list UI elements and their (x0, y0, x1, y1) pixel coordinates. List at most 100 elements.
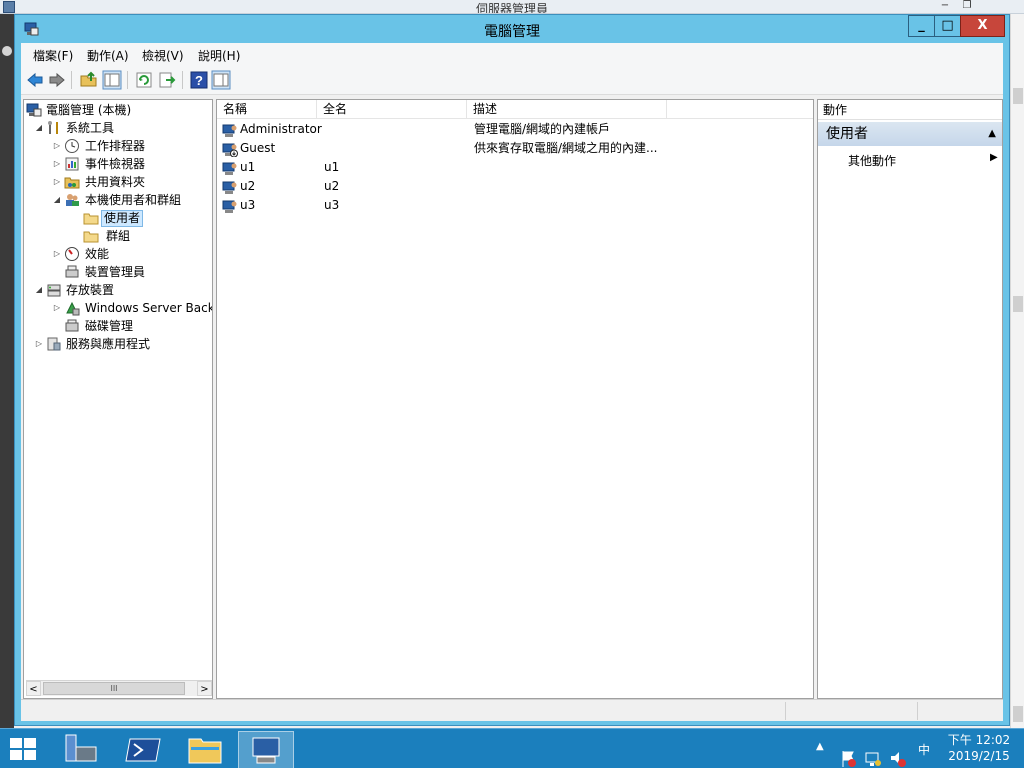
system-clock[interactable]: 下午 12:02 2019/2/15 (940, 732, 1018, 764)
taskbar-powershell[interactable] (116, 731, 172, 768)
background-close-button[interactable] (980, 0, 1002, 14)
scrollbar-segment[interactable] (1013, 706, 1023, 722)
refresh-icon[interactable] (134, 70, 154, 90)
menu-view[interactable]: 檢視(V) (142, 47, 184, 64)
toolbar-separator (71, 71, 72, 89)
table-row[interactable]: u3 u3 (217, 196, 813, 215)
menu-help[interactable]: 說明(H) (198, 47, 240, 64)
scrollbar-segment[interactable] (1013, 296, 1023, 312)
title-bar[interactable]: 電腦管理 _ □ X (15, 15, 1009, 43)
expand-arrow-icon[interactable]: ▷ (52, 245, 62, 263)
background-scrollbar[interactable] (1010, 14, 1024, 728)
start-windows-icon[interactable] (8, 736, 38, 762)
tree-label-selected: 使用者 (101, 210, 144, 227)
action-center-flag-icon[interactable] (840, 739, 856, 768)
user-icon (222, 143, 238, 157)
cell-name: u3 (240, 198, 256, 212)
toolbar: ? (21, 65, 1003, 95)
tree-label: 工作排程器 (85, 139, 146, 153)
background-restore-button[interactable]: ❐ (956, 0, 978, 14)
show-hide-action-pane-icon[interactable] (211, 70, 231, 90)
powershell-icon (125, 738, 161, 762)
close-button[interactable]: X (960, 15, 1005, 37)
collapse-arrow-icon[interactable]: ◢ (52, 191, 62, 209)
taskbar: ▲ 中 下午 12:02 2019/2/15 (0, 728, 1024, 768)
tree-horizontal-scrollbar[interactable]: < III > (26, 680, 212, 696)
back-icon[interactable] (25, 70, 45, 90)
background-window-title: 伺服器管理員 (475, 2, 548, 13)
cell-description: 供來賓存取電腦/網域之用的內建... (474, 141, 658, 155)
expand-arrow-icon[interactable]: ▷ (52, 173, 62, 191)
scroll-left-arrow-icon[interactable]: < (26, 681, 41, 696)
device-manager-icon (65, 265, 79, 278)
maximize-button[interactable]: □ (934, 15, 961, 37)
cell-name: u1 (240, 160, 256, 174)
submenu-arrow-icon[interactable]: ▶ (990, 152, 998, 163)
table-row[interactable]: u2 u2 (217, 177, 813, 196)
user-icon (222, 124, 237, 137)
taskbar-computer-management[interactable] (238, 731, 294, 768)
window-title: 電腦管理 (484, 24, 540, 40)
user-icon (222, 162, 237, 175)
tree-label: 磁碟管理 (85, 319, 134, 333)
expand-arrow-icon[interactable]: ▷ (52, 299, 62, 317)
background-left-strip (0, 14, 14, 728)
list-header: 名稱 全名 描述 (217, 100, 813, 119)
menu-bar: 檔案(F) 動作(A) 檢視(V) 說明(H) (21, 43, 1003, 65)
help-icon[interactable]: ? (189, 70, 209, 90)
cell-full-name: u1 (324, 160, 340, 174)
scrollbar-segment[interactable] (1013, 88, 1023, 104)
tools-icon (48, 121, 58, 134)
show-hide-tree-icon[interactable] (102, 70, 122, 90)
clock-time: 下午 12:02 (947, 733, 1011, 747)
menu-file[interactable]: 檔案(F) (33, 47, 73, 64)
expand-arrow-icon[interactable]: ▷ (52, 155, 62, 173)
actions-group-users[interactable]: 使用者 ▲ (818, 122, 1002, 146)
ime-indicator[interactable]: 中 (918, 741, 930, 768)
computer-management-icon (26, 103, 42, 117)
console-tree: 電腦管理 (本機) ◢ 系統工具 ▷ 工作排程器 ▷ 事件檢視器 ▷ 共用資料夾… (23, 99, 213, 699)
taskbar-server-manager[interactable] (54, 731, 110, 768)
disk-management-icon (65, 319, 79, 332)
expand-arrow-icon[interactable]: ▷ (34, 335, 44, 353)
collapse-arrow-icon[interactable]: ◢ (34, 281, 44, 299)
menu-action[interactable]: 動作(A) (87, 47, 129, 64)
forward-icon[interactable] (47, 70, 67, 90)
actions-pane: 動作 使用者 ▲ 其他動作 ▶ (817, 99, 1003, 699)
tree-label: 電腦管理 (本機) (46, 103, 132, 117)
background-title-bar[interactable]: 伺服器管理員 − ❐ (0, 0, 1024, 14)
table-row[interactable]: Administrator 管理電腦/網域的內建帳戶 (217, 120, 813, 139)
expand-arrow-icon[interactable]: ▷ (52, 137, 62, 155)
show-hidden-icons[interactable]: ▲ (816, 741, 824, 768)
background-dot-icon (2, 46, 12, 56)
folder-icon (83, 231, 99, 243)
scroll-right-arrow-icon[interactable]: > (197, 681, 212, 696)
column-header-name[interactable]: 名稱 (217, 100, 317, 119)
table-row[interactable]: u1 u1 (217, 158, 813, 177)
up-folder-icon[interactable] (79, 70, 99, 90)
column-header-description[interactable]: 描述 (467, 100, 667, 119)
users-groups-icon (66, 194, 79, 206)
scroll-thumb[interactable]: III (43, 682, 185, 695)
cell-name: u2 (240, 179, 256, 193)
speaker-muted-icon[interactable] (889, 739, 907, 768)
collapse-arrow-icon[interactable]: ◢ (34, 119, 44, 137)
event-viewer-icon (65, 157, 79, 171)
actions-header: 動作 (818, 100, 1002, 120)
export-list-icon[interactable] (157, 70, 177, 90)
collapse-triangle-icon[interactable]: ▲ (988, 122, 996, 146)
tree-label: 本機使用者和群組 (85, 193, 182, 207)
network-icon[interactable] (864, 739, 882, 768)
column-header-full-name[interactable]: 全名 (317, 100, 467, 119)
more-actions-item[interactable]: 其他動作 (848, 152, 896, 169)
svg-text:?: ? (195, 73, 203, 88)
background-minimize-button[interactable]: − (934, 0, 956, 14)
taskbar-file-explorer[interactable] (177, 731, 233, 768)
shared-folder-icon (64, 177, 80, 189)
user-icon (222, 200, 237, 213)
minimize-button[interactable]: _ (908, 15, 935, 37)
tree-label: 存放裝置 (66, 283, 115, 297)
status-bar (21, 699, 1003, 721)
tree-label: 事件檢視器 (85, 157, 146, 171)
table-row[interactable]: Guest 供來賓存取電腦/網域之用的內建... (217, 139, 813, 158)
